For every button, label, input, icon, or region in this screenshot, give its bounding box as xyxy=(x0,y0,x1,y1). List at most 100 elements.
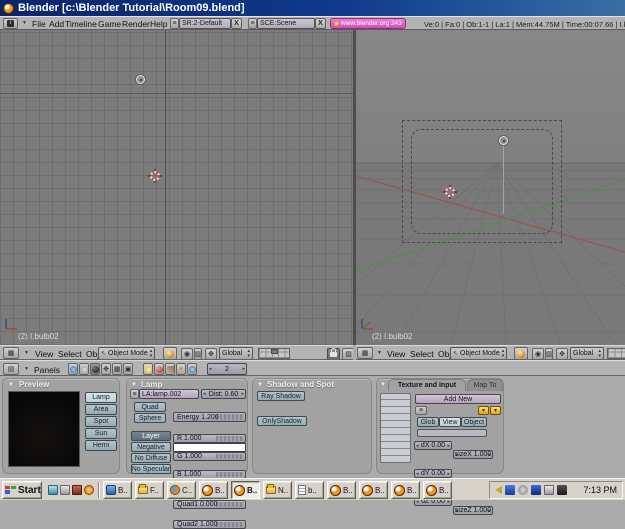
layer-toggle[interactable]: Layer xyxy=(131,431,171,441)
proportional-edit-icon[interactable]: ▥ xyxy=(194,348,202,360)
texture-buttons-icon[interactable] xyxy=(165,363,175,375)
object-name-field[interactable] xyxy=(417,429,487,437)
panel-collapse-icon[interactable]: ▼ xyxy=(131,382,137,388)
start-button[interactable]: Start xyxy=(2,481,42,499)
header-collapse-icon[interactable]: ▼ xyxy=(377,351,382,356)
menu-file[interactable]: File xyxy=(32,19,46,29)
quad1-slider[interactable]: Quad1 0.000 xyxy=(173,500,246,509)
render-preview-icon[interactable]: ▨ xyxy=(342,348,353,360)
add-new-texture-button[interactable]: Add New xyxy=(415,394,501,404)
screen-selector[interactable]: SR:2-Default xyxy=(179,18,231,29)
window-type-icon[interactable]: i xyxy=(3,18,18,29)
world-buttons-icon[interactable] xyxy=(187,363,197,375)
offset-y-field[interactable]: dY 0.00 xyxy=(414,469,452,478)
header-collapse-icon[interactable]: ▼ xyxy=(24,351,29,356)
orientation-dropdown[interactable]: Global▴▾ xyxy=(570,347,604,360)
dist-field[interactable]: Dist: 0.60 xyxy=(201,389,246,399)
only-shadow-toggle[interactable]: OnlyShadow xyxy=(257,416,307,426)
menu-render[interactable]: Render xyxy=(122,19,150,29)
orientation-dropdown[interactable]: Global▴▾ xyxy=(219,347,253,360)
task-button-blender-active[interactable]: B.. xyxy=(231,481,260,499)
red-slider[interactable]: R 1.000 xyxy=(173,434,246,443)
proportional-edit-icon[interactable]: ▥ xyxy=(545,348,553,360)
object-buttons-icon[interactable]: ✥ xyxy=(101,363,111,375)
lamp-buttons-icon[interactable] xyxy=(143,363,153,375)
panel-collapse-icon[interactable]: ▼ xyxy=(8,382,14,388)
coord-glob-button[interactable]: Glob xyxy=(417,417,439,427)
scene-delete-button[interactable]: X xyxy=(315,18,326,29)
layer-buttons-group1[interactable] xyxy=(607,348,625,359)
datablock-browse-button[interactable]: ≡ xyxy=(130,389,139,399)
auto-name-icon[interactable]: ▾ xyxy=(478,406,489,415)
lock-layers-icon[interactable] xyxy=(327,348,340,360)
clock[interactable]: 7:13 PM xyxy=(583,485,617,495)
coord-view-button[interactable]: View xyxy=(439,417,461,427)
pivot-point-icon[interactable]: ◉ xyxy=(181,348,193,360)
scene-buttons-icon[interactable]: ▣ xyxy=(123,363,133,375)
screen-delete-button[interactable]: X xyxy=(231,18,242,29)
logic-buttons-icon[interactable] xyxy=(68,363,78,375)
viewport-right[interactable]: (2) I.bulb02 xyxy=(356,30,625,345)
pivot-point-icon[interactable]: ◉ xyxy=(532,348,544,360)
frame-counter[interactable]: 2 xyxy=(207,363,247,375)
coord-object-button[interactable]: Object xyxy=(461,417,487,427)
lamp-type-sun-button[interactable]: Sun xyxy=(85,428,117,439)
task-button-browser[interactable]: C.. xyxy=(167,481,196,499)
offset-x-field[interactable]: dX 0.00 xyxy=(414,441,452,450)
texture-channel-list[interactable] xyxy=(380,393,411,463)
ray-shadow-toggle[interactable]: Ray Shadow xyxy=(257,391,305,401)
radiosity-buttons-icon[interactable]: ✶ xyxy=(176,363,186,375)
quick-launch-icon-4[interactable] xyxy=(84,485,94,495)
lamp-type-lamp-button[interactable]: Lamp xyxy=(85,392,117,403)
menu-view[interactable]: View xyxy=(387,349,405,359)
task-button-blender[interactable]: B.. xyxy=(423,481,452,499)
panel-collapse-icon[interactable]: ▼ xyxy=(380,382,386,388)
task-button-blender[interactable]: B.. xyxy=(359,481,388,499)
script-buttons-icon[interactable] xyxy=(79,363,89,375)
lamp-object[interactable] xyxy=(499,136,508,145)
lamp-color-swatch[interactable] xyxy=(173,443,246,452)
screen-browse-button[interactable]: ≡ xyxy=(170,18,179,29)
window-type-icon[interactable]: ▤ xyxy=(3,363,19,375)
lamp-datablock-field[interactable]: LA:lamp.002 xyxy=(139,389,199,399)
menu-game[interactable]: Game xyxy=(98,19,121,29)
size-z-field[interactable]: sizeZ 1.000 xyxy=(453,506,493,515)
draw-type-icon[interactable] xyxy=(514,347,528,360)
lamp-type-spot-button[interactable]: Spot xyxy=(85,416,117,427)
menu-select[interactable]: Select xyxy=(58,349,82,359)
window-type-icon[interactable]: ▦ xyxy=(3,347,19,359)
task-button-folder[interactable]: N.. xyxy=(263,481,292,499)
show-desktop-icon[interactable] xyxy=(60,485,70,495)
tray-daemon-icon[interactable] xyxy=(518,485,528,495)
no-diffuse-toggle[interactable]: No Diffuse xyxy=(131,453,171,463)
quick-launch-icon-3[interactable] xyxy=(72,485,82,495)
draw-type-icon[interactable] xyxy=(163,347,177,360)
size-x-field[interactable]: sizeX 1.000 xyxy=(453,450,493,459)
menu-view[interactable]: View xyxy=(35,349,53,359)
header-collapse-icon[interactable]: ▼ xyxy=(22,21,27,26)
material-buttons-icon[interactable] xyxy=(154,363,164,375)
sphere-toggle[interactable]: Sphere xyxy=(134,413,166,423)
no-specular-toggle[interactable]: No Specular xyxy=(131,464,171,474)
manipulator-hand-icon[interactable]: ✥ xyxy=(556,348,568,360)
viewport-left[interactable]: (2) I.bulb02 xyxy=(0,30,353,345)
task-button-blender[interactable]: B.. xyxy=(327,481,356,499)
quad-toggle[interactable]: Quad xyxy=(134,402,166,412)
menu-help[interactable]: Help xyxy=(150,19,167,29)
editing-buttons-icon[interactable]: ▦ xyxy=(112,363,122,375)
lamp-type-hemi-button[interactable]: Hemi xyxy=(85,440,117,451)
task-button-blender[interactable]: B.. xyxy=(391,481,420,499)
energy-slider[interactable]: Energy 1.200 xyxy=(173,412,246,422)
camera-icon[interactable] xyxy=(557,485,567,495)
texture-browse-button[interactable]: ≡ xyxy=(415,406,427,415)
mode-dropdown[interactable]: ↖ Object Mode▴▾ xyxy=(450,347,507,360)
active-layer-cell[interactable] xyxy=(271,349,278,354)
window-type-icon[interactable]: ▦ xyxy=(357,347,373,359)
volume-icon[interactable] xyxy=(495,486,502,494)
tray-tv-icon[interactable] xyxy=(531,485,541,495)
tray-security-icon[interactable] xyxy=(544,485,554,495)
scene-browse-button[interactable]: ≡ xyxy=(248,18,257,29)
task-button-search[interactable]: B.. xyxy=(103,481,132,499)
shading-buttons-icon[interactable] xyxy=(90,363,100,375)
layer-buttons-group1[interactable] xyxy=(258,348,290,359)
